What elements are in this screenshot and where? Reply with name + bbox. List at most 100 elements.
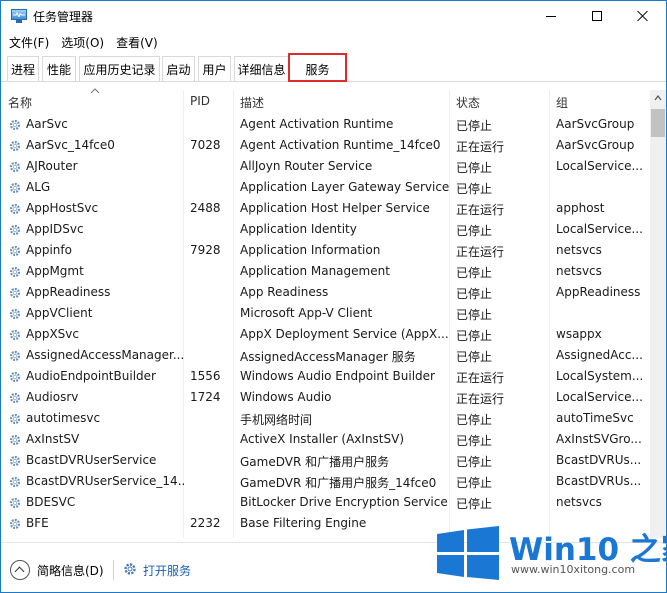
menu-bar: 文件(F) 选项(O) 查看(V) <box>1 31 666 52</box>
tab-details[interactable]: 详细信息 <box>234 56 289 81</box>
service-gear-icon <box>8 517 22 531</box>
title-bar[interactable]: 任务管理器 <box>1 1 666 31</box>
service-status: 正在运行 <box>456 245 505 259</box>
service-status: 正在运行 <box>456 371 505 385</box>
service-row[interactable]: Appinfo 7928 Application Information 正在运行 ne… <box>1 240 650 261</box>
maximize-icon <box>592 11 602 21</box>
service-pid: 7028 <box>190 138 221 152</box>
service-status: 已停止 <box>456 119 493 133</box>
service-name: BDESVC <box>26 495 76 509</box>
service-name: ALG <box>26 180 51 194</box>
tab-users[interactable]: 用户 <box>198 56 231 81</box>
service-name: AJRouter <box>26 159 78 173</box>
service-row[interactable]: BDESVC BitLocker Drive Encryption Service… <box>1 492 650 513</box>
service-name: BFE <box>26 516 49 530</box>
service-name: AppVClient <box>26 306 93 320</box>
service-description: Agent Activation Runtime <box>240 117 394 131</box>
menu-file[interactable]: 文件(F) <box>1 31 53 52</box>
service-row[interactable]: autotimesvc 手机网络时间 已停止 autoTimeSvc <box>1 408 650 429</box>
service-group <box>556 177 649 198</box>
task-manager-icon <box>11 9 27 23</box>
service-row[interactable]: AppMgmt Application Management 已停止 netsvcs <box>1 261 650 282</box>
service-row[interactable]: AxInstSV ActiveX Installer (AxInstSV) 已停止 A… <box>1 429 650 450</box>
service-gear-icon <box>8 328 22 342</box>
service-row[interactable]: AppIDSvc Application Identity 已停止 LocalServ… <box>1 219 650 240</box>
service-description: BitLocker Drive Encryption Service <box>240 495 448 509</box>
service-description: Agent Activation Runtime_14fce0 <box>240 138 441 152</box>
service-gear-icon <box>8 454 22 468</box>
menu-view[interactable]: 查看(V) <box>108 31 162 52</box>
service-group: AarSvcGroup <box>556 138 635 152</box>
service-description: Application Layer Gateway Service <box>240 180 449 194</box>
fewer-details-icon[interactable] <box>10 560 30 580</box>
close-button[interactable] <box>620 1 666 31</box>
service-gear-icon <box>8 391 22 405</box>
service-row[interactable]: AppVClient Microsoft App-V Client 已停止 <box>1 303 650 324</box>
open-services-link[interactable]: 打开服务 <box>143 562 191 579</box>
service-group: BcastDVRUs... <box>556 453 642 467</box>
tab-processes[interactable]: 进程 <box>7 56 39 81</box>
service-name: AxInstSV <box>26 432 80 446</box>
scrollbar-thumb[interactable] <box>651 109 665 137</box>
maximize-button[interactable] <box>574 1 620 31</box>
service-description: Windows Audio Endpoint Builder <box>240 369 435 383</box>
column-header-status[interactable]: 状态 <box>449 90 550 114</box>
service-row[interactable]: AssignedAccessManager... AssignedAccessMa… <box>1 345 650 366</box>
service-pid <box>190 324 234 345</box>
service-row[interactable]: BcastDVRUserService GameDVR 和广播用户服务 已停止 Bca… <box>1 450 650 471</box>
service-name: BcastDVRUserService <box>26 453 157 467</box>
service-pid <box>190 114 234 135</box>
tab-performance[interactable]: 性能 <box>42 56 76 81</box>
service-name: AppMgmt <box>26 264 84 278</box>
service-row[interactable]: AppReadiness App Readiness 已停止 AppReadiness <box>1 282 650 303</box>
service-status: 已停止 <box>456 161 493 175</box>
service-gear-icon <box>8 433 22 447</box>
service-gear-icon <box>8 223 22 237</box>
tab-app-history[interactable]: 应用历史记录 <box>79 56 160 81</box>
service-pid <box>190 261 234 282</box>
service-row[interactable]: AJRouter AllJoyn Router Service 已停止 LocalSe… <box>1 156 650 177</box>
column-header-group[interactable]: 组 <box>549 90 650 114</box>
service-row[interactable]: AudioEndpointBuilder 1556 Windows Audio En… <box>1 366 650 387</box>
service-gear-icon <box>8 286 22 300</box>
service-pid <box>190 156 234 177</box>
menu-options[interactable]: 选项(O) <box>53 31 108 52</box>
service-status: 已停止 <box>456 350 493 364</box>
watermark: Win10 之家 www.win10xitong.com <box>437 521 666 592</box>
service-name: AudioEndpointBuilder <box>26 369 156 383</box>
service-row[interactable]: ALG Application Layer Gateway Service 已停止 <box>1 177 650 198</box>
service-description: AllJoyn Router Service <box>240 159 373 173</box>
tab-bar: 进程 性能 应用历史记录 启动 用户 详细信息 服务 <box>1 52 666 82</box>
service-group: wsappx <box>556 327 602 341</box>
service-row[interactable]: AppXSvc AppX Deployment Service (AppX... 已… <box>1 324 650 345</box>
service-row[interactable]: AarSvc_14fce0 7028 Agent Activation Runtim… <box>1 135 650 156</box>
service-status: 已停止 <box>456 266 493 280</box>
fewer-details-button[interactable]: 简略信息(D) <box>37 562 104 579</box>
service-gear-icon <box>8 475 22 489</box>
tab-services[interactable]: 服务 <box>288 53 347 82</box>
service-name: BcastDVRUserService_14... <box>26 474 184 488</box>
service-row[interactable]: BcastDVRUserService_14... GameDVR 和广播用户服务… <box>1 471 650 492</box>
service-name: AssignedAccessManager... <box>26 348 184 362</box>
service-gear-icon <box>8 139 22 153</box>
minimize-button[interactable] <box>528 1 574 31</box>
tab-startup[interactable]: 启动 <box>162 56 195 81</box>
service-row[interactable]: AppHostSvc 2488 Application Host Helper Se… <box>1 198 650 219</box>
service-group: LocalService... <box>556 159 643 173</box>
service-description: GameDVR 和广播用户服务 <box>240 455 390 469</box>
service-gear-icon <box>8 118 22 132</box>
service-row[interactable]: AarSvc Agent Activation Runtime 已停止 AarSvcG… <box>1 114 650 135</box>
column-header-name[interactable]: 名称 <box>1 90 184 114</box>
scroll-up-icon[interactable] <box>654 95 662 101</box>
vertical-scrollbar[interactable] <box>650 90 666 538</box>
column-header-pid[interactable]: PID <box>183 90 234 114</box>
task-manager-window: 任务管理器 文件(F) 选项(O) 查看(V) 进程 性能 应用历史记录 启动 … <box>0 0 667 593</box>
service-pid: 2488 <box>190 201 221 215</box>
services-gear-icon[interactable] <box>122 561 138 577</box>
service-status: 已停止 <box>456 434 493 448</box>
service-row[interactable]: Audiosrv 1724 Windows Audio 正在运行 LocalServic… <box>1 387 650 408</box>
service-status: 正在运行 <box>456 392 505 406</box>
service-status: 已停止 <box>456 497 493 511</box>
service-pid <box>190 492 234 513</box>
column-header-description[interactable]: 描述 <box>233 90 450 114</box>
